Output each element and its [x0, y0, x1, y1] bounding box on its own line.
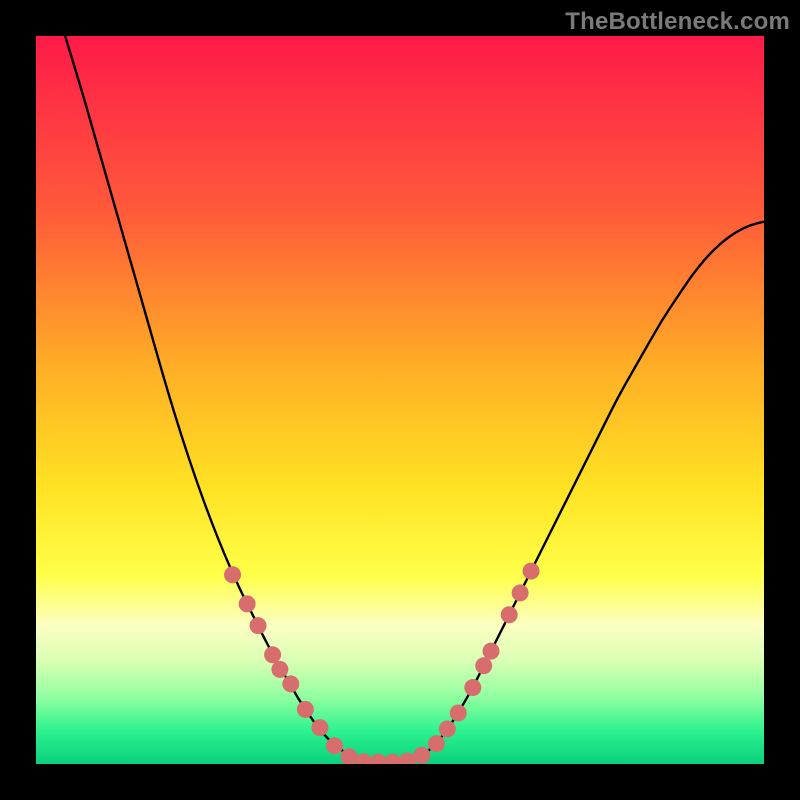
gradient-background: [36, 36, 764, 764]
curve-marker: [483, 643, 500, 660]
watermark-text: TheBottleneck.com: [565, 8, 790, 36]
curve-marker: [501, 606, 518, 623]
curve-marker: [464, 679, 481, 696]
curve-marker: [326, 737, 343, 754]
curve-marker: [512, 584, 529, 601]
curve-marker: [224, 566, 241, 583]
curve-marker: [523, 563, 540, 580]
chart-svg: [36, 36, 764, 764]
curve-marker: [450, 705, 467, 722]
curve-marker: [297, 701, 314, 718]
curve-marker: [413, 747, 430, 764]
curve-marker: [282, 675, 299, 692]
curve-marker: [311, 719, 328, 736]
curve-marker: [271, 661, 288, 678]
curve-marker: [475, 657, 492, 674]
curve-marker: [439, 721, 456, 738]
chart-frame: [36, 36, 764, 764]
curve-marker: [250, 617, 267, 634]
curve-marker: [239, 595, 256, 612]
curve-marker: [264, 646, 281, 663]
curve-marker: [428, 735, 445, 752]
